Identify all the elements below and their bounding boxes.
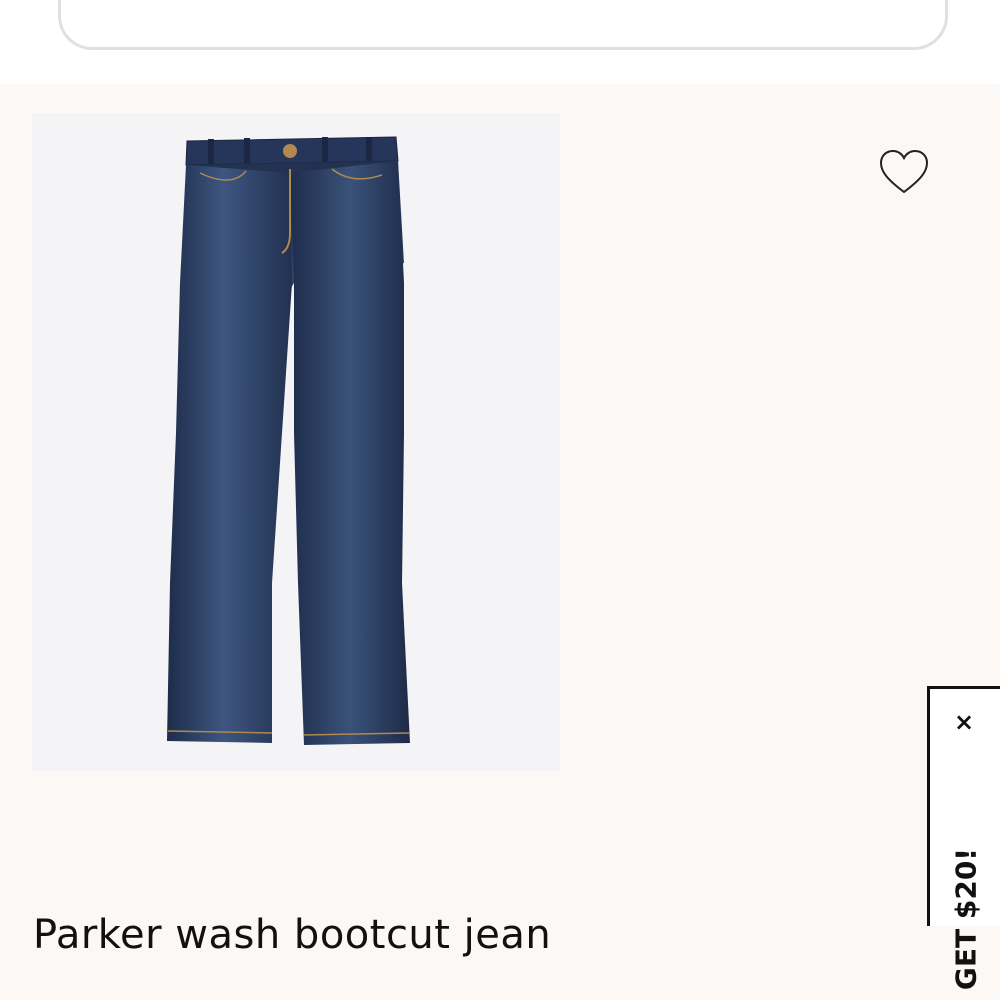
product-title: Parker wash bootcut jean xyxy=(33,912,552,958)
promo-tab[interactable]: × GET $20! xyxy=(927,686,1000,990)
top-header xyxy=(0,0,1000,84)
heart-outline-icon xyxy=(879,149,929,194)
product-image[interactable] xyxy=(32,113,560,771)
product-page: Parker wash bootcut jean xyxy=(0,84,1000,1000)
promo-label[interactable]: GET $20! xyxy=(950,848,983,990)
wishlist-button[interactable] xyxy=(874,146,934,198)
jeans-illustration xyxy=(167,136,411,745)
promo-close-button[interactable]: × xyxy=(949,707,979,737)
search-bar-edge[interactable] xyxy=(58,0,948,50)
